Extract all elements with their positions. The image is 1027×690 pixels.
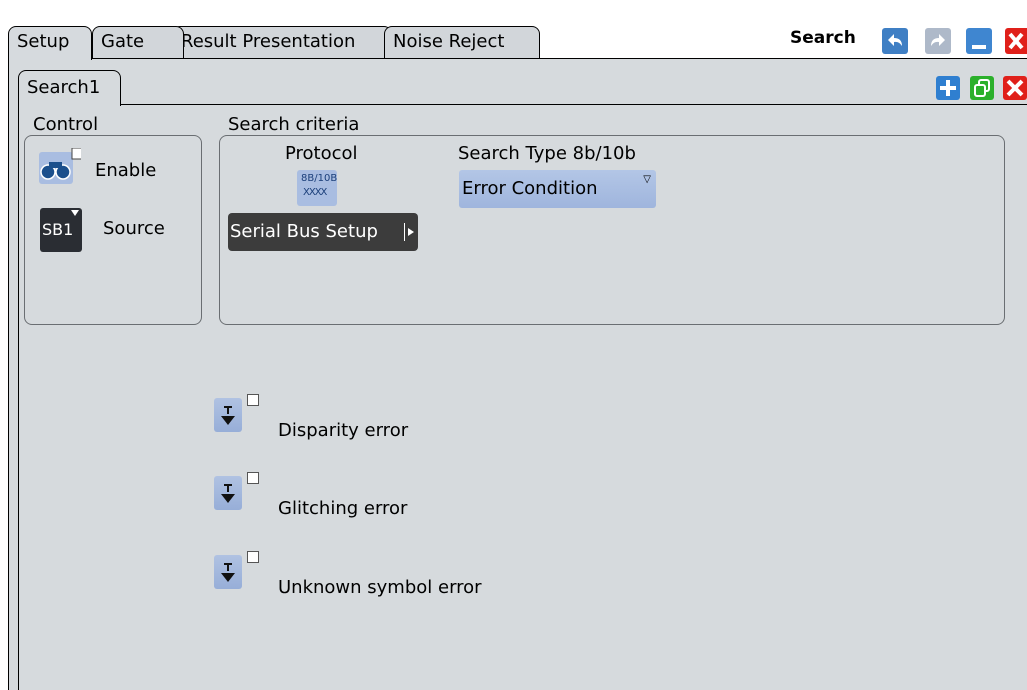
glitching-error-toggle[interactable] (214, 476, 242, 510)
enable-button[interactable] (39, 147, 84, 184)
control-group-label: Control (33, 114, 99, 135)
tab-result-presentation[interactable]: Result Presentation (172, 26, 392, 58)
redo-icon (925, 28, 951, 54)
unknown-symbol-error-toggle[interactable] (214, 555, 242, 589)
tab-label: Setup (17, 31, 70, 52)
serial-bus-setup-label: Serial Bus Setup (230, 221, 378, 242)
minimize-icon (966, 28, 992, 54)
tab-gate[interactable]: Gate (92, 26, 184, 58)
trigger-arrow-icon (221, 563, 235, 582)
protocol-label: Protocol (285, 143, 358, 164)
protocol-button[interactable]: 8B/10B XXXX (297, 170, 337, 206)
chevron-down-icon: ▽ (643, 174, 651, 185)
tab-label: Noise Reject (393, 31, 505, 52)
window-title: Search (790, 28, 856, 48)
close-button[interactable] (1005, 28, 1027, 54)
redo-button[interactable] (925, 28, 951, 54)
source-button[interactable]: SB1 (40, 208, 82, 252)
delete-search-button[interactable] (1003, 76, 1027, 100)
disparity-error-checkbox[interactable] (247, 394, 259, 406)
minimize-button[interactable] (966, 28, 992, 54)
glitching-error-label: Glitching error (278, 498, 408, 519)
add-search-button[interactable] (936, 76, 960, 100)
tab-setup[interactable]: Setup (8, 26, 92, 60)
undo-icon (882, 28, 908, 54)
glitching-error-checkbox[interactable] (247, 472, 259, 484)
protocol-wave-icon: XXXX (303, 187, 327, 198)
disparity-error-toggle[interactable] (214, 398, 242, 432)
source-label: Source (103, 218, 165, 239)
close-icon (1003, 76, 1027, 100)
tab-label: Gate (101, 31, 145, 52)
separator (404, 223, 405, 241)
sub-tab-label: Search1 (27, 77, 101, 98)
sub-tab-line (121, 104, 1027, 105)
trigger-arrow-icon (221, 484, 235, 503)
plus-icon (936, 76, 960, 100)
source-value: SB1 (42, 220, 74, 239)
tab-search1[interactable]: Search1 (18, 70, 121, 106)
unknown-symbol-error-label: Unknown symbol error (278, 577, 482, 598)
search-type-label: Search Type 8b/10b (458, 143, 636, 164)
copy-icon (970, 76, 994, 100)
dropdown-indicator-icon (71, 210, 79, 216)
enable-label: Enable (95, 160, 157, 181)
top-margin (0, 0, 1027, 18)
binoculars-icon (39, 147, 84, 184)
trigger-arrow-icon (221, 406, 235, 425)
tab-label: Result Presentation (181, 31, 356, 52)
copy-search-button[interactable] (970, 76, 994, 100)
serial-bus-setup-button[interactable]: Serial Bus Setup (228, 213, 418, 251)
search-dialog: Result Presentation Noise Reject Gate Se… (0, 0, 1027, 690)
tab-noise-reject[interactable]: Noise Reject (384, 26, 540, 58)
close-icon (1005, 28, 1027, 54)
unknown-symbol-error-checkbox[interactable] (247, 551, 259, 563)
criteria-group-label: Search criteria (228, 114, 360, 135)
play-arrow-icon (408, 228, 414, 236)
search-type-dropdown[interactable]: Error Condition ▽ (459, 170, 656, 208)
undo-button[interactable] (882, 28, 908, 54)
disparity-error-label: Disparity error (278, 420, 409, 441)
sub-border (18, 105, 19, 690)
search-type-value: Error Condition (462, 178, 598, 199)
protocol-icon-text: 8B/10B (301, 173, 338, 184)
